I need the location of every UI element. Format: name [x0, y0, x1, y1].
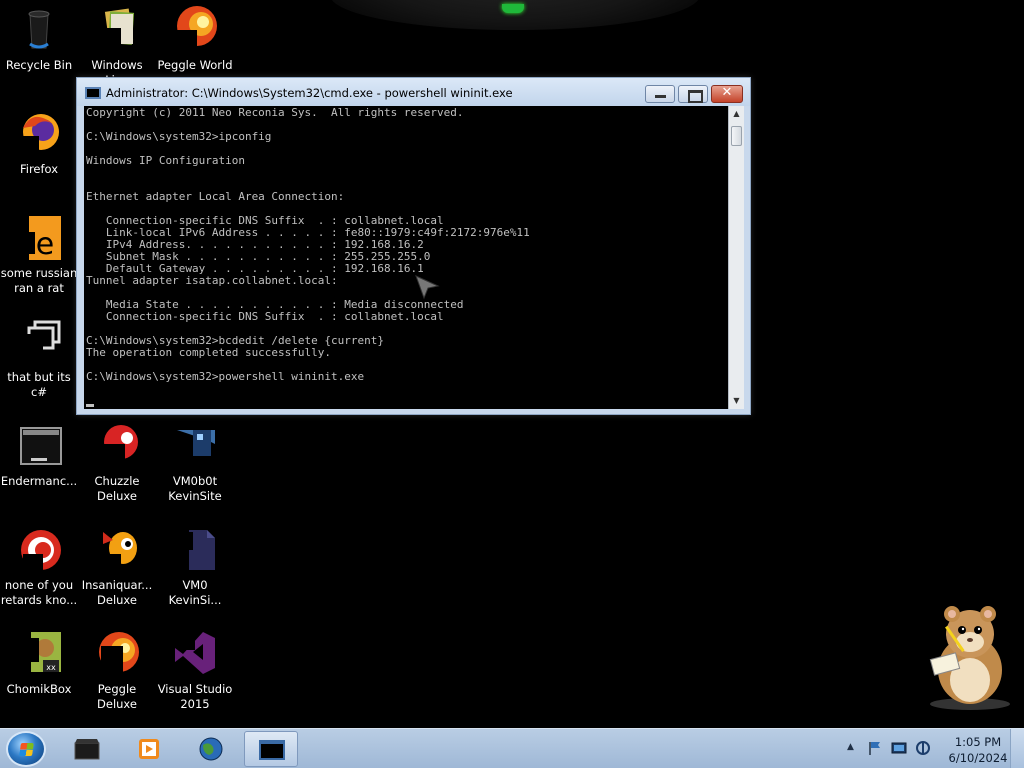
desktop-icon-label: some russian ran a rat [0, 266, 78, 295]
desktop-icon-recycle-bin[interactable]: Recycle Bin [0, 4, 78, 73]
desktop-icon-chomikbox[interactable]: xx ChomikBox [0, 628, 78, 697]
terminal-icon [15, 420, 63, 468]
peggle-icon [171, 4, 219, 52]
system-tray: ▲ 1:05 PM 6/10/2024 [840, 729, 1024, 768]
insaniquarium-icon [93, 524, 141, 572]
desktop-icon-label: Insaniquar... Deluxe [81, 578, 153, 607]
desktop-icon-label: Firefox [19, 162, 59, 176]
taskbar-item-folder[interactable] [60, 731, 114, 767]
start-button[interactable] [6, 731, 46, 767]
chuzzle-icon [93, 420, 141, 468]
desktop-icon-label: that but its c# [7, 370, 71, 399]
windows-logo-icon [19, 743, 34, 756]
desktop-icon-rat[interactable]: e some russian ran a rat [0, 212, 78, 296]
clock-date[interactable]: 6/10/2024 [948, 751, 1008, 765]
desktop-icon-peggle-deluxe[interactable]: Peggle Deluxe [78, 628, 156, 712]
orange-app-icon: e [15, 212, 63, 262]
dark-folder-icon [74, 739, 100, 760]
scroll-down-button[interactable]: ▼ [729, 393, 744, 409]
desktop-icon-firefox[interactable]: Firefox [0, 108, 78, 177]
taskbar: ▲ 1:05 PM 6/10/2024 [0, 728, 1024, 768]
cmd-icon [85, 87, 101, 99]
shortcut-icon [15, 316, 63, 364]
svg-text:xx: xx [46, 663, 56, 672]
speaker-icon[interactable] [915, 740, 931, 756]
status-led [502, 4, 524, 13]
desktop-icon-csharp[interactable]: that but its c# [0, 316, 78, 400]
taskbar-item-globe[interactable] [184, 731, 238, 767]
taskbar-item-cmd[interactable] [244, 731, 298, 767]
hamster-gadget[interactable] [914, 600, 1014, 712]
mouse-pointer-icon [415, 275, 440, 300]
show-hidden-icons-button[interactable]: ▲ [847, 742, 854, 752]
vertical-scrollbar[interactable]: ▲ ▼ [728, 106, 744, 409]
peggle-deluxe-icon [93, 628, 141, 676]
top-gadget [330, 0, 700, 30]
cmd-window[interactable]: Administrator: C:\Windows\System32\cmd.e… [76, 77, 751, 415]
scroll-thumb[interactable] [731, 126, 742, 146]
desktop-icon-label: Peggle World [157, 58, 233, 72]
taskbar-item-media-player[interactable] [122, 731, 176, 767]
desktop-icon-visual-studio[interactable]: Visual Studio 2015 [156, 628, 234, 712]
media-player-icon [139, 739, 159, 759]
globe-icon [199, 737, 223, 761]
cmd-icon [259, 740, 285, 760]
chomikbox-icon: xx [15, 628, 63, 676]
desktop-icon-red-swirl[interactable]: none of you retards kno... [0, 524, 78, 608]
window-titlebar[interactable]: Administrator: C:\Windows\System32\cmd.e… [77, 78, 750, 106]
windows-live-icon [93, 4, 141, 52]
window-title: Administrator: C:\Windows\System32\cmd.e… [106, 86, 513, 100]
desktop-icon-vm0[interactable]: VM0 KevinSi... [156, 524, 234, 608]
clock-time[interactable]: 1:05 PM [948, 735, 1008, 749]
desktop-icon-label: VM0b0t KevinSite [168, 474, 222, 503]
desktop-icon-windows-live[interactable]: Windows Live [78, 4, 156, 88]
hamster-icon [929, 606, 1010, 710]
close-icon: ✕ [721, 85, 733, 100]
red-swirl-icon [15, 524, 63, 572]
desktop-icon-label: none of you retards kno... [0, 578, 78, 607]
maximize-button[interactable] [678, 85, 708, 103]
desktop-icon-label: Peggle Deluxe [97, 682, 137, 711]
desktop-icon-peggle-world[interactable]: Peggle World [156, 4, 234, 73]
vm0b0t-icon [171, 420, 219, 468]
desktop-icon-chuzzle[interactable]: Chuzzle Deluxe [78, 420, 156, 504]
show-desktop-button[interactable] [1010, 729, 1024, 768]
desktop-icon-endermanch[interactable]: Endermanc... [0, 420, 78, 489]
desktop-icon-label: ChomikBox [6, 682, 72, 696]
recycle-bin-icon [15, 4, 63, 52]
desktop-icon-label: Chuzzle Deluxe [94, 474, 140, 503]
firefox-icon [15, 108, 63, 156]
svg-text:e: e [36, 227, 54, 260]
console-text: Copyright (c) 2011 Neo Reconia Sys. All … [86, 106, 530, 383]
desktop-icon-vm0b0t[interactable]: VM0b0t KevinSite [156, 420, 234, 504]
desktop-icon-insaniquarium[interactable]: Insaniquar... Deluxe [78, 524, 156, 608]
close-button[interactable]: ✕ [711, 85, 743, 103]
flag-tray-icon[interactable] [867, 740, 883, 756]
minimize-button[interactable] [645, 85, 675, 103]
desktop-icon-label: Endermanc... [0, 474, 78, 488]
desktop-icon-label: VM0 KevinSi... [168, 578, 222, 607]
visual-studio-icon [171, 628, 219, 676]
text-cursor [86, 404, 94, 407]
network-icon[interactable] [891, 740, 907, 756]
console-output[interactable]: Copyright (c) 2011 Neo Reconia Sys. All … [84, 106, 728, 409]
desktop-icon-label: Visual Studio 2015 [157, 682, 233, 711]
vm0-icon [171, 524, 219, 572]
desktop-icon-label: Recycle Bin [5, 58, 73, 72]
scroll-up-button[interactable]: ▲ [729, 106, 744, 122]
